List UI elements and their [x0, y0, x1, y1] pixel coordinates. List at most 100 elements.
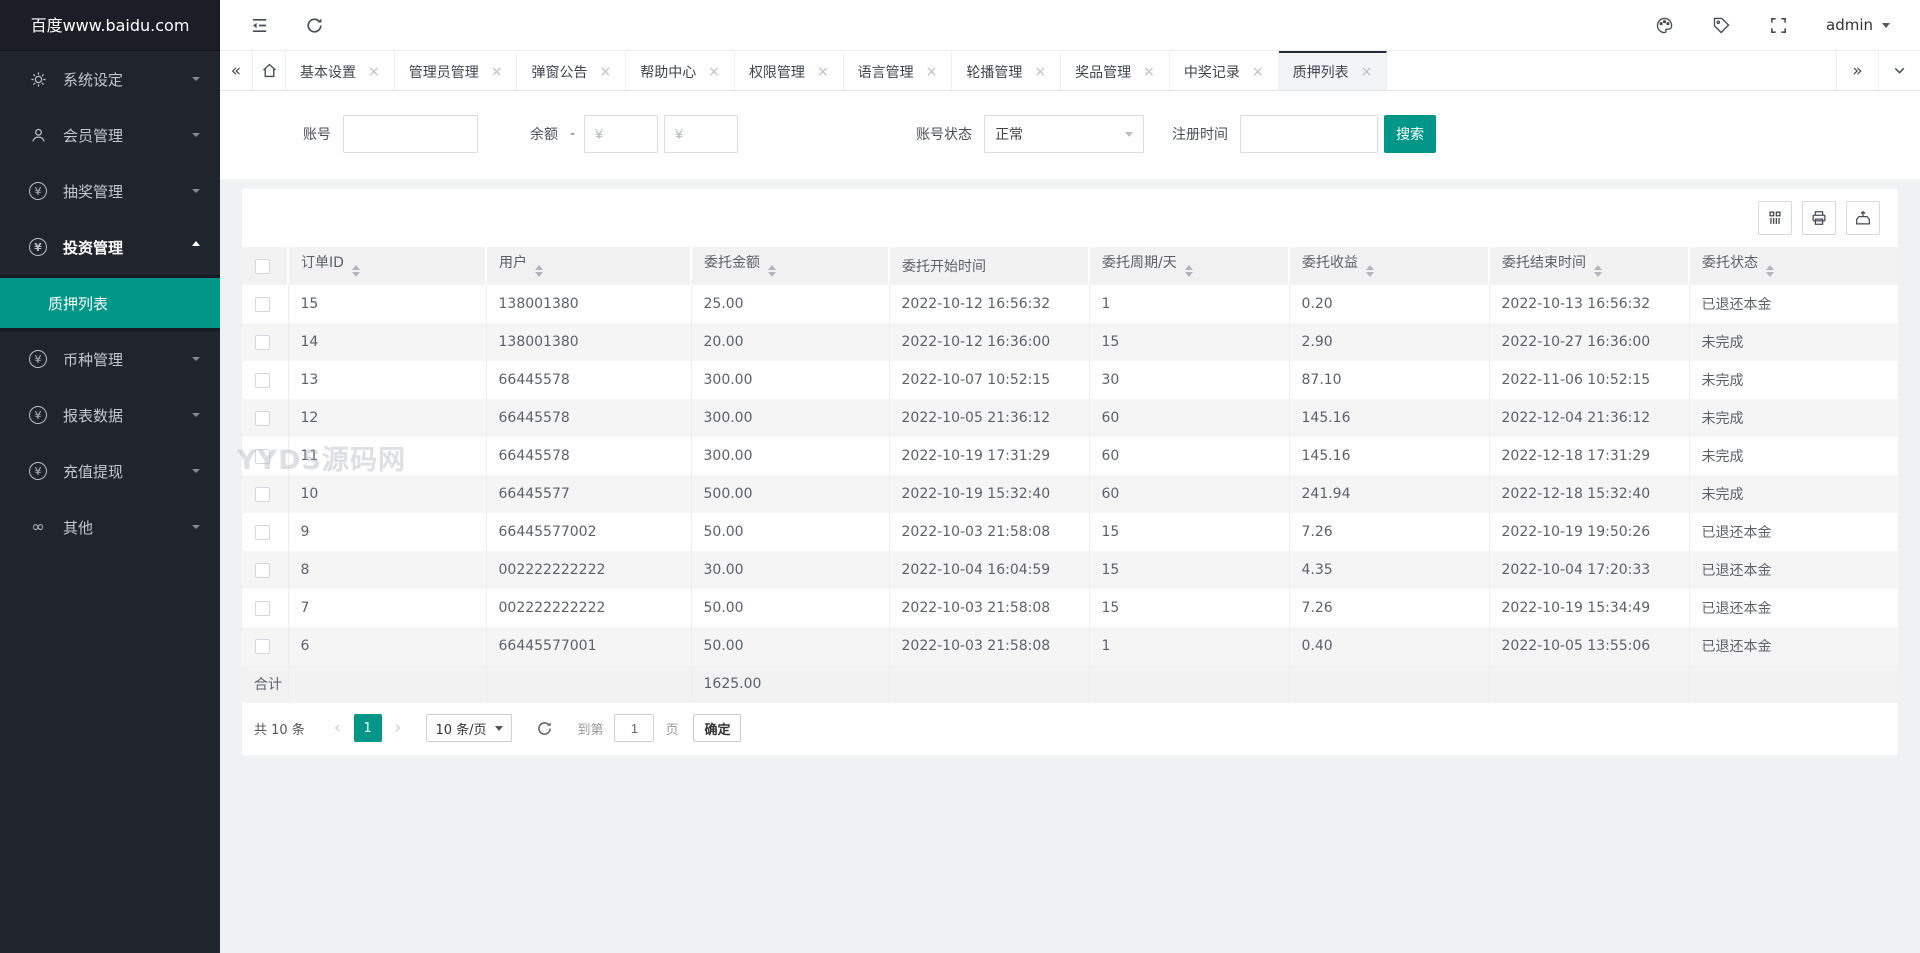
- sidebar-item-系统设定[interactable]: 系统设定: [0, 51, 220, 107]
- cell-amount: 500.00: [691, 475, 890, 513]
- refresh-icon[interactable]: [305, 16, 324, 35]
- scroll-tabs-right-button[interactable]: »: [1836, 51, 1878, 90]
- sidebar-item-抽奖管理[interactable]: ¥ 抽奖管理: [0, 163, 220, 219]
- sort-icon[interactable]: [1184, 261, 1193, 281]
- sort-icon[interactable]: [1766, 261, 1774, 281]
- row-checkbox[interactable]: [255, 600, 270, 616]
- tab-质押列表[interactable]: 质押列表 ×: [1278, 51, 1388, 90]
- column-header-用户[interactable]: 用户: [486, 247, 692, 285]
- sidebar-item-报表数据[interactable]: ¥ 报表数据: [0, 387, 220, 443]
- sidebar-subitem-质押列表[interactable]: 质押列表: [0, 278, 220, 328]
- cell-profit: 7.26: [1289, 589, 1490, 627]
- row-checkbox[interactable]: [255, 296, 270, 312]
- register-time-input[interactable]: [1240, 115, 1379, 153]
- cell-start: 2022-10-05 21:36:12: [889, 399, 1090, 437]
- tab-bar: « 基本设置 × 管理员管理 × 弹窗公告 × 帮助中心 × 权限管理 × 语言管理 × 轮播管理 × 奖品…: [220, 51, 1920, 91]
- sidebar-item-充值提现[interactable]: ¥ 充值提现: [0, 443, 220, 499]
- export-button[interactable]: [1846, 201, 1880, 235]
- home-tab-button[interactable]: [253, 51, 286, 90]
- close-icon[interactable]: ×: [599, 64, 611, 80]
- column-header-委托结束时间[interactable]: 委托结束时间: [1489, 247, 1690, 285]
- fullscreen-icon[interactable]: [1769, 16, 1788, 35]
- username: admin: [1826, 16, 1873, 34]
- tab-中奖记录[interactable]: 中奖记录 ×: [1170, 51, 1279, 90]
- sort-icon[interactable]: [768, 261, 776, 281]
- search-button[interactable]: 搜索: [1384, 115, 1437, 153]
- tab-弹窗公告[interactable]: 弹窗公告 ×: [517, 51, 627, 90]
- sidebar-item-投资管理[interactable]: ¥ 投资管理: [0, 219, 220, 275]
- current-page[interactable]: 1: [353, 714, 382, 742]
- column-header-订单ID[interactable]: 订单ID: [288, 247, 487, 285]
- tab-权限管理[interactable]: 权限管理 ×: [735, 51, 844, 90]
- prev-page-icon[interactable]: ‹: [334, 718, 341, 738]
- close-icon[interactable]: ×: [491, 64, 503, 80]
- tab-奖品管理[interactable]: 奖品管理 ×: [1061, 51, 1170, 90]
- site-logo: 百度www.baidu.com: [0, 0, 220, 51]
- row-checkbox[interactable]: [255, 372, 270, 388]
- close-icon[interactable]: ×: [1361, 64, 1373, 80]
- row-checkbox[interactable]: [255, 448, 270, 464]
- cell-id: 8: [288, 551, 487, 589]
- tab-帮助中心[interactable]: 帮助中心 ×: [626, 51, 735, 90]
- sort-icon[interactable]: [351, 261, 360, 281]
- close-icon[interactable]: ×: [1034, 64, 1046, 80]
- row-checkbox[interactable]: [255, 410, 270, 426]
- balance-max-input[interactable]: [664, 115, 739, 153]
- row-checkbox[interactable]: [255, 524, 270, 540]
- row-checkbox[interactable]: [255, 334, 270, 350]
- tab-options-button[interactable]: [1878, 51, 1920, 90]
- cell-id: 12: [288, 399, 487, 437]
- print-button[interactable]: [1802, 201, 1836, 235]
- yen-icon: ¥: [28, 349, 48, 369]
- select-all-checkbox[interactable]: [255, 258, 270, 274]
- tab-语言管理[interactable]: 语言管理 ×: [844, 51, 953, 90]
- reload-table-icon[interactable]: [536, 720, 553, 737]
- tab-基本设置[interactable]: 基本设置 ×: [286, 51, 395, 90]
- yen-icon: ¥: [28, 461, 48, 481]
- tab-轮播管理[interactable]: 轮播管理 ×: [952, 51, 1062, 90]
- goto-page-input[interactable]: [614, 714, 655, 742]
- close-icon[interactable]: ×: [817, 64, 829, 80]
- next-page-icon[interactable]: ›: [395, 718, 402, 738]
- balance-min-input[interactable]: [584, 115, 659, 153]
- column-header-委托状态[interactable]: 委托状态: [1689, 247, 1898, 285]
- close-icon[interactable]: ×: [1252, 64, 1264, 80]
- sidebar-item-会员管理[interactable]: 会员管理: [0, 107, 220, 163]
- row-checkbox[interactable]: [255, 638, 270, 654]
- tab-管理员管理[interactable]: 管理员管理 ×: [395, 51, 518, 90]
- account-input[interactable]: [343, 115, 478, 153]
- page-size-select[interactable]: 10 条/页: [426, 714, 513, 742]
- close-icon[interactable]: ×: [926, 64, 938, 80]
- close-icon[interactable]: ×: [1143, 64, 1155, 80]
- column-header-委托金额[interactable]: 委托金额: [691, 247, 890, 285]
- cell-period: 15: [1089, 513, 1290, 551]
- sidebar-item-其他[interactable]: ∞ 其他: [0, 499, 220, 555]
- collapse-sidebar-icon[interactable]: [250, 16, 269, 35]
- close-icon[interactable]: ×: [708, 64, 720, 80]
- sort-icon[interactable]: [535, 261, 543, 281]
- sort-icon[interactable]: [1594, 261, 1602, 281]
- column-header-委托收益[interactable]: 委托收益: [1289, 247, 1490, 285]
- confirm-button[interactable]: 确定: [693, 714, 742, 742]
- cell-period: 1: [1089, 627, 1290, 665]
- tag-icon[interactable]: [1712, 16, 1731, 35]
- account-status-select[interactable]: 正常: [984, 115, 1145, 153]
- close-icon[interactable]: ×: [368, 64, 380, 80]
- user-menu[interactable]: admin: [1826, 16, 1890, 34]
- cell-period: 60: [1089, 475, 1290, 513]
- columns-toggle-button[interactable]: [1758, 201, 1792, 235]
- scroll-tabs-left-button[interactable]: «: [220, 51, 253, 90]
- theme-palette-icon[interactable]: [1655, 16, 1674, 35]
- total-amount: 1625.00: [691, 665, 890, 703]
- select-all-cell: [242, 247, 289, 285]
- sidebar-item-币种管理[interactable]: ¥ 币种管理: [0, 331, 220, 387]
- chevron-down-icon: [1882, 22, 1890, 32]
- chevron-down-icon: [192, 133, 200, 141]
- column-header-委托周期/天[interactable]: 委托周期/天: [1089, 247, 1290, 285]
- row-checkbox[interactable]: [255, 562, 270, 578]
- sort-icon[interactable]: [1366, 261, 1374, 281]
- cell-status: 已退还本金: [1701, 297, 1772, 313]
- cell-profit: 145.16: [1289, 437, 1490, 475]
- row-checkbox[interactable]: [255, 486, 270, 502]
- cell-id: 9: [288, 513, 487, 551]
